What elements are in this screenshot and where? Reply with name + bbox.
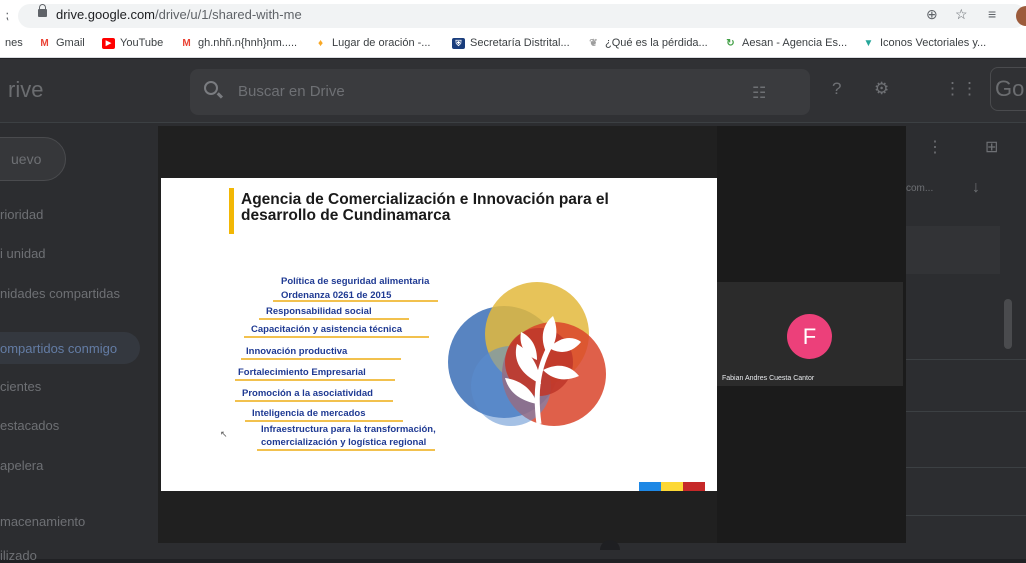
slide-item-4: Innovación productiva: [246, 346, 348, 357]
circle-arrow-icon: ↻: [726, 37, 735, 49]
nav-shared-with-me[interactable]: ompartidos conmigo: [0, 341, 117, 356]
participant-avatar: F: [787, 314, 832, 359]
lock-icon[interactable]: [38, 4, 47, 17]
underline: [257, 449, 435, 451]
tab-overflow-icon[interactable]: ⁏: [5, 8, 9, 22]
underline: [273, 300, 438, 302]
emblem-icon: ❦: [589, 37, 598, 49]
colombia-flag-strip: [639, 482, 705, 491]
drive-header: rive Buscar en Drive ☷ ? ⚙ ⋮⋮ Go: [0, 59, 1026, 123]
bookmark-gmail[interactable]: M Gmail: [38, 37, 84, 49]
nav-trash[interactable]: apelera: [0, 458, 43, 473]
gmail-icon: M: [182, 37, 191, 49]
apps-grid-icon[interactable]: ⋮⋮: [944, 79, 978, 99]
column-header-owner[interactable]: com...: [906, 183, 933, 194]
underline: [235, 379, 395, 381]
shield-icon: ⛨: [452, 37, 465, 49]
scrollbar-thumb[interactable]: [1004, 299, 1012, 349]
underline: [259, 318, 409, 320]
participant-tile[interactable]: F Fabian Andres Cuesta Cantor: [717, 282, 903, 386]
google-account-logo[interactable]: Go: [990, 67, 1026, 111]
row-divider: [905, 411, 1026, 412]
slide-item-8b: comercialización y logística regional: [261, 437, 427, 448]
participant-name: Fabian Andres Cuesta Cantor: [722, 375, 815, 382]
search-options-icon[interactable]: ☷: [752, 83, 766, 103]
bookmark-perdida[interactable]: ❦ ¿Qué es la pérdida...: [587, 37, 707, 49]
star-icon[interactable]: ☆: [955, 6, 968, 23]
bookmark-lugar-oracion[interactable]: ♦ Lugar de oración -...: [314, 37, 431, 49]
bookmark-aesan[interactable]: ↻ Aesan - Agencia Es...: [724, 37, 847, 49]
v-logo-icon: ▼: [863, 37, 874, 49]
gmail-icon: M: [40, 37, 49, 49]
slide-item-3: Capacitación y asistencia técnica: [251, 324, 403, 335]
slide-item-5: Fortalecimiento Empresarial: [238, 367, 366, 378]
underline: [245, 420, 403, 422]
underline: [241, 358, 401, 360]
nav-priority[interactable]: rioridad: [0, 207, 43, 222]
bookmark-gmail-2[interactable]: Mgh.nhñ.n{hnh}nm.....: [180, 37, 297, 49]
reading-list-icon[interactable]: ≡: [988, 6, 996, 22]
mouse-cursor-icon: ↖: [220, 429, 228, 439]
bookmark-secretaria[interactable]: ⛨ Secretaría Distrital...: [452, 37, 570, 49]
slide-item-2: Responsabilidad social: [266, 306, 372, 317]
search-bar[interactable]: Buscar en Drive ☷: [190, 69, 810, 115]
new-button[interactable]: uevo: [0, 137, 66, 181]
row-divider: [905, 359, 1026, 360]
slide-item-1: Política de seguridad alimentaria: [281, 276, 430, 287]
video-call-window: Agencia de Comercialización e Innovación…: [158, 126, 906, 543]
nav-shared-drives[interactable]: nidades compartidas: [0, 286, 120, 301]
presentation-stage: Agencia de Comercialización e Innovación…: [158, 126, 717, 543]
bookmarks-bar: nes M Gmail ▶ YouTube Mgh.nhñ.n{hnh}nm....…: [0, 32, 1026, 58]
search-icon[interactable]: [204, 81, 218, 95]
row-divider: [905, 467, 1026, 468]
nav-my-drive[interactable]: i unidad: [0, 246, 46, 261]
search-input[interactable]: Buscar en Drive: [238, 83, 345, 100]
slide-title-accent: [229, 188, 234, 234]
settings-gear-icon[interactable]: ⚙: [874, 79, 889, 99]
nav-recent[interactable]: cientes: [0, 379, 41, 394]
slide-item-6: Promoción a la asociatividad: [242, 388, 373, 399]
browser-address-bar: ⁏ drive.google.com/drive/u/1/shared-with…: [0, 0, 1026, 32]
zoom-icon[interactable]: ⊕: [926, 6, 938, 23]
file-row-highlight: [905, 226, 1000, 274]
nav-starred[interactable]: estacados: [0, 418, 59, 433]
more-options-icon[interactable]: ⋮: [927, 137, 943, 157]
slide-title: Agencia de Comercialización e Innovación…: [241, 191, 609, 224]
slide-item-8: Infraestructura para la transformación,: [261, 424, 436, 435]
shared-slide: Agencia de Comercialización e Innovación…: [161, 178, 717, 491]
bookmark-iconos[interactable]: ▼ Iconos Vectoriales y...: [862, 37, 987, 49]
sort-arrow-icon[interactable]: ↓: [972, 179, 980, 197]
nav-storage-used: ilizado: [0, 548, 37, 563]
grid-view-icon[interactable]: ⊞: [985, 137, 998, 157]
drive-logo[interactable]: rive: [8, 77, 43, 103]
bookmark-apps[interactable]: nes: [5, 37, 23, 49]
flame-icon: ♦: [317, 37, 324, 49]
slide-item-7: Inteligencia de mercados: [252, 408, 366, 419]
help-icon[interactable]: ?: [832, 79, 841, 99]
agency-logo-flower: [448, 282, 606, 426]
youtube-icon: ▶: [102, 37, 115, 49]
nav-storage[interactable]: macenamiento: [0, 514, 85, 529]
url-text[interactable]: drive.google.com/drive/u/1/shared-with-m…: [56, 7, 302, 22]
underline: [244, 336, 429, 338]
row-divider: [905, 515, 1026, 516]
underline: [235, 400, 393, 402]
bookmark-youtube[interactable]: ▶ YouTube: [102, 37, 163, 49]
